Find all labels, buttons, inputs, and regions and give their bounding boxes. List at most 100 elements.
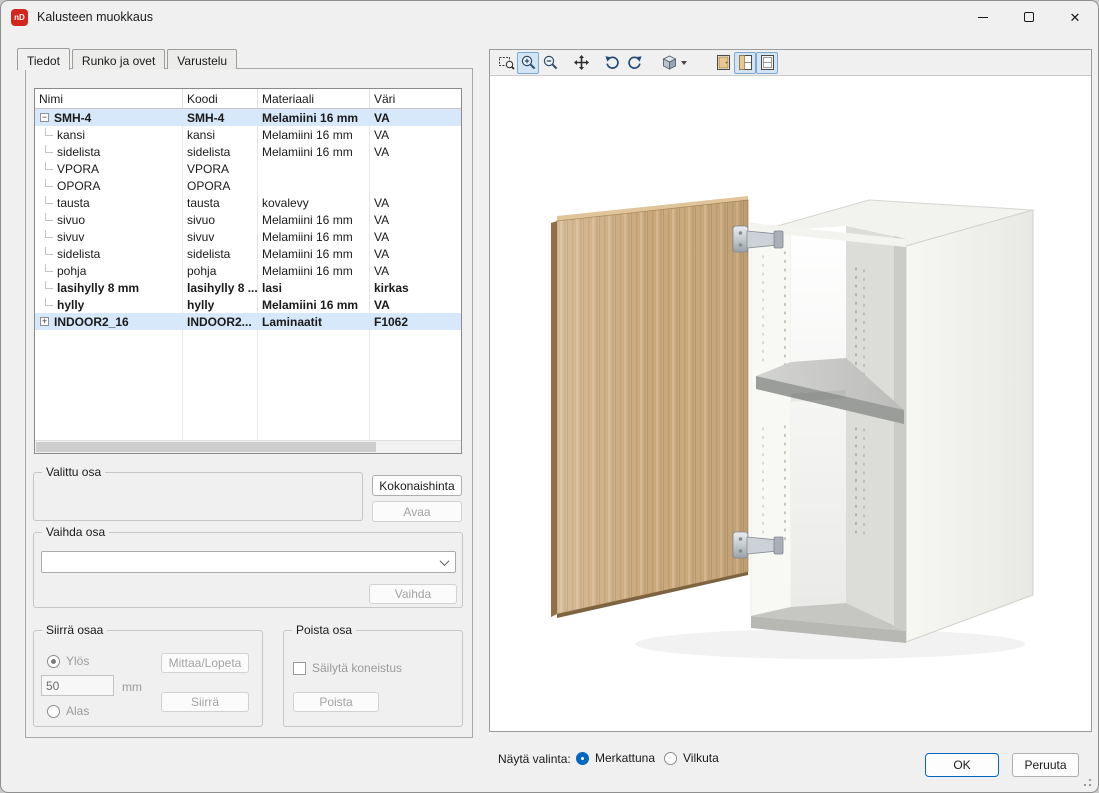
table-row[interactable]: sivuvsivuvMelamiini 16 mmVA <box>35 228 461 245</box>
table-row[interactable]: kansikansiMelamiini 16 mmVA <box>35 126 461 143</box>
rotate-cw-icon[interactable] <box>623 52 645 74</box>
titlebar: nD Kalusteen muokkaus ✕ <box>1 1 1098 33</box>
row-code-cell: sidelista <box>183 247 258 261</box>
row-name-cell: tausta <box>35 196 183 210</box>
table-row[interactable]: −SMH-4SMH-4Melamiini 16 mmVA <box>35 109 461 126</box>
chevron-down-icon <box>440 556 450 566</box>
column-header-1[interactable]: Koodi <box>183 89 258 108</box>
table-row[interactable]: sidelistasidelistaMelamiini 16 mmVA <box>35 143 461 160</box>
table-row[interactable]: taustataustakovalevyVA <box>35 194 461 211</box>
blink-radio[interactable] <box>664 752 677 765</box>
zoom-window-icon[interactable] <box>495 52 517 74</box>
column-header-0[interactable]: Nimi <box>35 89 183 108</box>
table-row[interactable]: pohjapohjaMelamiini 16 mmVA <box>35 262 461 279</box>
row-color-cell: VA <box>370 111 461 125</box>
table-row[interactable]: lasihylly 8 mmlasihylly 8 ...lasikirkas <box>35 279 461 296</box>
tree-connector-icon <box>45 298 53 307</box>
row-color-cell: VA <box>370 247 461 261</box>
zoom-in-icon[interactable] <box>517 52 539 74</box>
resize-grip[interactable] <box>1082 776 1093 787</box>
row-material-cell: Melamiini 16 mm <box>258 247 370 261</box>
row-color-cell: kirkas <box>370 281 461 295</box>
row-code-cell: sidelista <box>183 145 258 159</box>
distance-input[interactable] <box>41 675 114 696</box>
row-name-cell: +INDOOR2_16 <box>35 315 183 329</box>
parts-table-body: −SMH-4SMH-4Melamiini 16 mmVAkansikansiMe… <box>35 109 461 440</box>
tree-connector-icon <box>45 213 53 222</box>
tree-connector-icon <box>45 264 53 273</box>
maximize-button[interactable] <box>1006 1 1052 33</box>
row-name-cell: −SMH-4 <box>35 111 183 125</box>
cancel-button[interactable]: Peruuta <box>1012 753 1079 777</box>
move-down-label: Alas <box>66 704 89 718</box>
table-row[interactable]: VPORAVPORA <box>35 160 461 177</box>
horizontal-scrollbar-thumb[interactable] <box>36 442 376 452</box>
close-button[interactable]: ✕ <box>1052 1 1098 33</box>
change-button[interactable]: Vaihda <box>369 584 457 604</box>
rotate-ccw-icon[interactable] <box>601 52 623 74</box>
tree-connector-icon <box>45 162 53 171</box>
move-button[interactable]: Siirrä <box>161 692 249 712</box>
collapse-icon[interactable]: − <box>40 113 49 122</box>
selected-part-group-label: Valittu osa <box>42 465 105 479</box>
row-material-cell: Laminaatit <box>258 315 370 329</box>
dropdown-caret-icon <box>681 61 687 65</box>
total-price-button[interactable]: Kokonaishinta <box>372 475 462 496</box>
maximize-icon <box>1024 12 1034 22</box>
ok-button[interactable]: OK <box>925 753 999 777</box>
minimize-icon <box>978 17 988 18</box>
tree-connector-icon <box>45 179 53 188</box>
row-name-cell: pohja <box>35 264 183 278</box>
keep-machining-checkbox[interactable] <box>293 662 306 675</box>
table-row[interactable]: +INDOOR2_16INDOOR2...LaminaatitF1062 <box>35 313 461 330</box>
table-row[interactable]: hyllyhyllyMelamiini 16 mmVA <box>35 296 461 313</box>
tree-connector-icon <box>45 196 53 205</box>
table-row[interactable]: OPORAOPORA <box>35 177 461 194</box>
move-up-radio[interactable] <box>47 655 60 668</box>
unit-label: mm <box>122 680 142 694</box>
minimize-button[interactable] <box>960 1 1006 33</box>
viewport-3d[interactable] <box>490 75 1091 731</box>
view-preset-icon[interactable] <box>656 52 692 74</box>
tree-connector-icon <box>45 230 53 239</box>
row-material-cell: lasi <box>258 281 370 295</box>
tab-varustelu[interactable]: Varustelu <box>167 49 237 69</box>
row-code-cell: pohja <box>183 264 258 278</box>
row-name-cell: sivuv <box>35 230 183 244</box>
row-material-cell: Melamiini 16 mm <box>258 230 370 244</box>
cabinet-solid-view-icon[interactable] <box>712 52 734 74</box>
table-row[interactable]: sidelistasidelistaMelamiini 16 mmVA <box>35 245 461 262</box>
marked-radio[interactable] <box>576 752 589 765</box>
viewport-toolbar <box>490 50 1091 75</box>
cabinet-frame-view-icon[interactable] <box>756 52 778 74</box>
row-color-cell: VA <box>370 128 461 142</box>
selected-part-group: Valittu osa <box>33 472 363 521</box>
expand-icon[interactable]: + <box>40 317 49 326</box>
row-color-cell: VA <box>370 230 461 244</box>
column-header-3[interactable]: Väri <box>370 89 461 108</box>
row-code-cell: VPORA <box>183 162 258 176</box>
change-part-combobox[interactable] <box>41 551 456 573</box>
row-name-cell: sivuo <box>35 213 183 227</box>
row-code-cell: hylly <box>183 298 258 312</box>
pan-icon[interactable] <box>570 52 592 74</box>
column-header-2[interactable]: Materiaali <box>258 89 370 108</box>
close-icon: ✕ <box>1070 11 1081 24</box>
cabinet-open-view-icon[interactable] <box>734 52 756 74</box>
tab-tiedot[interactable]: Tiedot <box>17 48 70 70</box>
row-name-cell: sidelista <box>35 145 183 159</box>
horizontal-scrollbar[interactable] <box>35 440 461 453</box>
view-panel <box>489 49 1092 732</box>
move-down-radio[interactable] <box>47 705 60 718</box>
table-row[interactable]: sivuosivuoMelamiini 16 mmVA <box>35 211 461 228</box>
zoom-out-icon[interactable] <box>539 52 561 74</box>
measure-stop-button[interactable]: Mittaa/Lopeta <box>161 653 249 673</box>
row-color-cell: VA <box>370 264 461 278</box>
delete-button[interactable]: Poista <box>293 692 379 712</box>
tree-connector-icon <box>45 145 53 154</box>
parts-table: NimiKoodiMateriaaliVäri −SMH-4SMH-4Melam… <box>34 88 462 454</box>
delete-part-group-label: Poista osa <box>292 623 356 637</box>
open-button[interactable]: Avaa <box>372 501 462 522</box>
tab-runko-ja-ovet[interactable]: Runko ja ovet <box>72 49 165 69</box>
dialog-window: nD Kalusteen muokkaus ✕ TiedotRunko ja o… <box>0 0 1099 793</box>
